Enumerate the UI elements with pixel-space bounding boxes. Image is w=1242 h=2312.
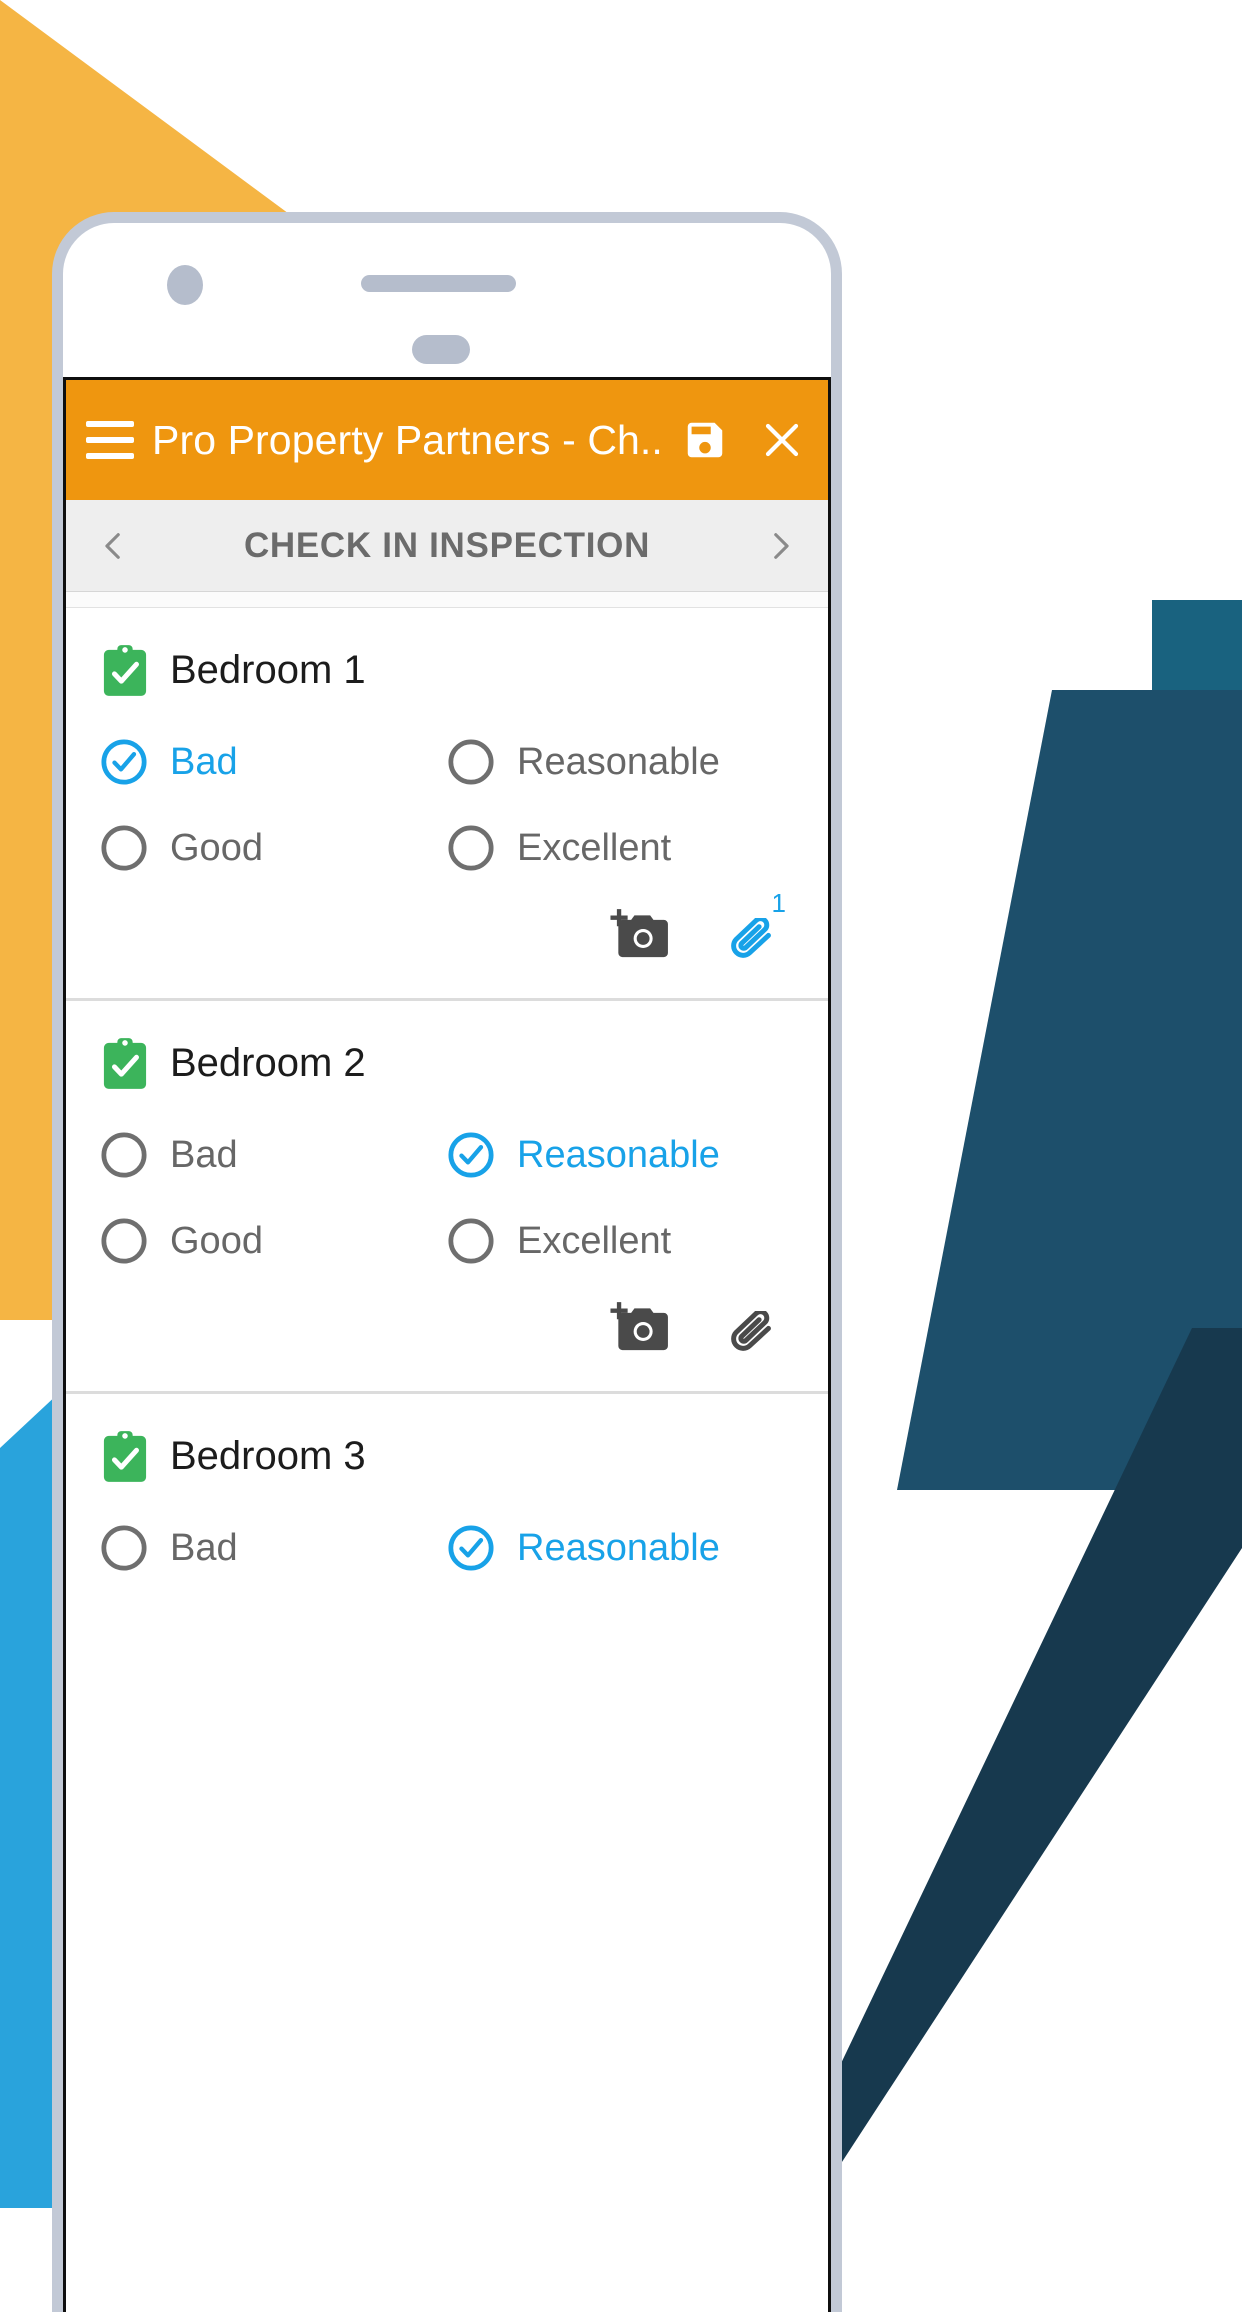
- rating-option-label: Bad: [170, 741, 238, 784]
- rating-option-good[interactable]: Good: [98, 822, 445, 874]
- rating-option-label: Reasonable: [517, 741, 720, 784]
- radio-unchecked-icon: [98, 1215, 150, 1267]
- front-camera-dot: [167, 265, 203, 305]
- list-top-spacer: [66, 592, 828, 608]
- radio-unchecked-icon: [98, 822, 150, 874]
- inspection-card-2: Bedroom 2 Bad Reasonable Good Excellent: [66, 1001, 828, 1394]
- rating-option-bad[interactable]: Bad: [98, 1129, 445, 1181]
- rating-option-bad[interactable]: Bad: [98, 1522, 445, 1574]
- inspection-card-1: Bedroom 1 Bad Reasonable Good Excellent 1: [66, 608, 828, 1001]
- radio-unchecked-icon: [98, 1522, 150, 1574]
- rating-option-bad[interactable]: Bad: [98, 736, 445, 788]
- clipboard-check-icon: [102, 644, 148, 696]
- rating-option-good[interactable]: Good: [98, 1215, 445, 1267]
- card-title: Bedroom 3: [170, 1434, 366, 1479]
- rating-options: Bad Reasonable Good Excellent: [66, 736, 828, 874]
- app-bar-title: Pro Property Partners - Ch...: [152, 417, 664, 464]
- card-actions: [66, 1267, 828, 1391]
- paperclip-attachment-icon[interactable]: 1: [726, 918, 784, 964]
- app-bar: Pro Property Partners - Ch...: [66, 380, 828, 500]
- rating-option-label: Excellent: [517, 1220, 671, 1263]
- close-x-icon[interactable]: [758, 416, 806, 464]
- radio-checked-icon: [445, 1129, 497, 1181]
- rating-option-reasonable[interactable]: Reasonable: [445, 736, 792, 788]
- sensor-pill: [412, 335, 470, 364]
- card-header: Bedroom 1: [66, 644, 828, 696]
- rating-option-reasonable[interactable]: Reasonable: [445, 1129, 792, 1181]
- rating-options: Bad Reasonable Good Excellent: [66, 1129, 828, 1267]
- card-title: Bedroom 2: [170, 1041, 366, 1086]
- radio-unchecked-icon: [445, 736, 497, 788]
- phone-side-button-volume: [831, 601, 842, 711]
- rating-option-label: Good: [170, 1220, 263, 1263]
- clipboard-check-icon: [102, 1037, 148, 1089]
- card-header: Bedroom 2: [66, 1037, 828, 1089]
- chevron-right-icon[interactable]: [754, 526, 806, 566]
- radio-checked-icon: [98, 736, 150, 788]
- radio-unchecked-icon: [445, 1215, 497, 1267]
- rating-option-label: Reasonable: [517, 1527, 720, 1570]
- rating-option-label: Bad: [170, 1527, 238, 1570]
- radio-unchecked-icon: [98, 1129, 150, 1181]
- radio-unchecked-icon: [445, 822, 497, 874]
- section-nav: CHECK IN INSPECTION: [66, 500, 828, 592]
- inspection-card-3: Bedroom 3 Bad Reasonable: [66, 1394, 828, 1574]
- app-screen: Pro Property Partners - Ch... CHECK IN I…: [63, 377, 831, 2312]
- add-photo-camera-icon[interactable]: [608, 908, 670, 964]
- card-header: Bedroom 3: [66, 1430, 828, 1482]
- card-title: Bedroom 1: [170, 648, 366, 693]
- section-title: CHECK IN INSPECTION: [140, 526, 754, 566]
- hamburger-menu-icon[interactable]: [86, 421, 134, 459]
- paperclip-attachment-icon[interactable]: [726, 1311, 784, 1357]
- attachment-count-badge: 1: [772, 888, 786, 919]
- rating-option-label: Bad: [170, 1134, 238, 1177]
- radio-checked-icon: [445, 1522, 497, 1574]
- rating-option-label: Reasonable: [517, 1134, 720, 1177]
- phone-mockup: Pro Property Partners - Ch... CHECK IN I…: [52, 212, 842, 2312]
- rating-option-excellent[interactable]: Excellent: [445, 1215, 792, 1267]
- inspection-item-list: Bedroom 1 Bad Reasonable Good Excellent 1 B…: [66, 608, 828, 1574]
- rating-option-label: Excellent: [517, 827, 671, 870]
- add-photo-camera-icon[interactable]: [608, 1301, 670, 1357]
- earpiece-speaker: [361, 275, 516, 292]
- rating-option-reasonable[interactable]: Reasonable: [445, 1522, 792, 1574]
- rating-options: Bad Reasonable: [66, 1522, 828, 1574]
- rating-option-label: Good: [170, 827, 263, 870]
- save-floppy-icon[interactable]: [682, 417, 728, 463]
- rating-option-excellent[interactable]: Excellent: [445, 822, 792, 874]
- card-actions: 1: [66, 874, 828, 998]
- clipboard-check-icon: [102, 1430, 148, 1482]
- chevron-left-icon[interactable]: [88, 526, 140, 566]
- phone-side-button-power: [831, 783, 842, 973]
